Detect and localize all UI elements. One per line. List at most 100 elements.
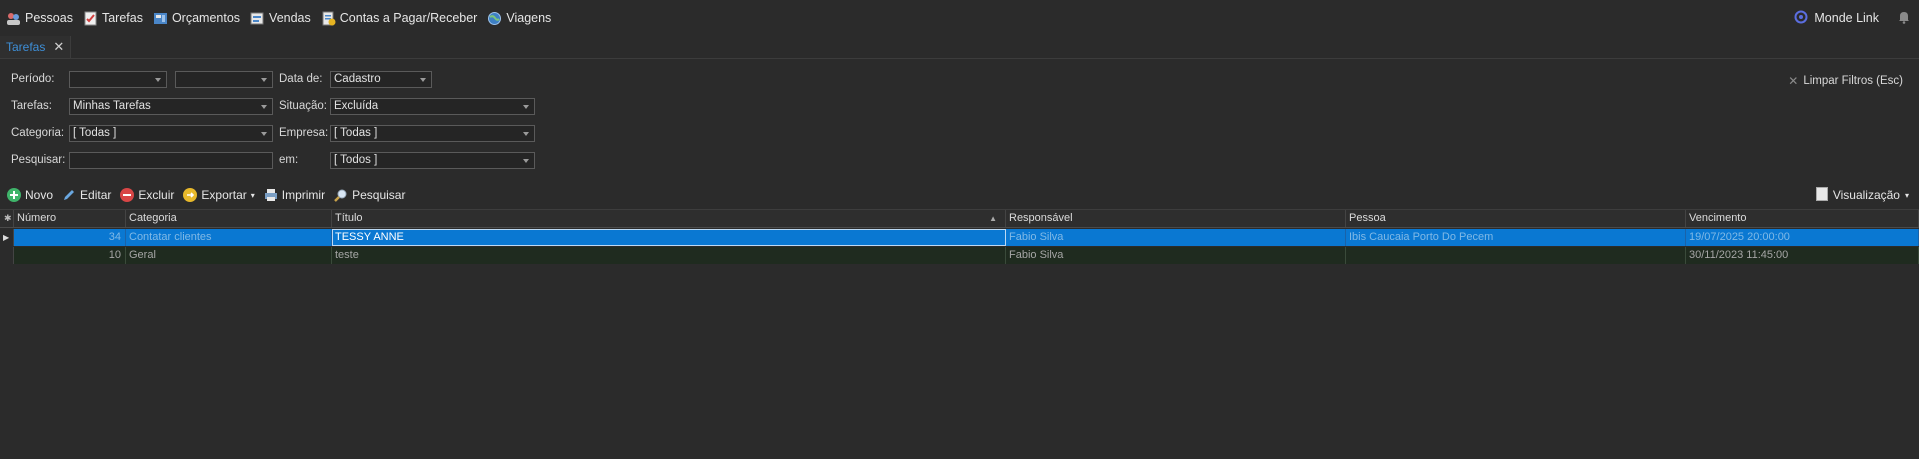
plus-icon [7, 188, 21, 202]
grid-toolbar: Novo Editar Excluir Exportar ▾ Imprimir … [0, 183, 1919, 207]
cell-responsavel[interactable]: Fabio Silva [1006, 229, 1346, 246]
tab-tarefas[interactable]: Tarefas ✕ [0, 36, 72, 58]
cell-vencimento[interactable]: 19/07/2025 20:00:00 [1686, 229, 1919, 246]
menu-contas-label: Contas a Pagar/Receber [339, 11, 478, 25]
asterisk-icon: ✱ [4, 213, 12, 223]
col-header-numero[interactable]: Número [14, 210, 126, 227]
empresa-label: Empresa: [279, 127, 329, 139]
menu-orcamentos[interactable]: Orçamentos [153, 11, 240, 26]
periodo-start-select[interactable] [69, 71, 167, 88]
row-indicator: ▶ [0, 229, 14, 246]
delete-icon [120, 188, 135, 202]
chevron-down-icon: ▾ [250, 190, 255, 200]
clear-filters-button[interactable]: ✕ Limpar Filtros (Esc) [1788, 74, 1903, 88]
close-icon[interactable]: ✕ [53, 39, 64, 55]
menu-pessoas[interactable]: Pessoas [6, 11, 73, 26]
situacao-select[interactable]: Excluída [330, 98, 535, 115]
view-page-icon [1815, 186, 1828, 204]
data-de-select[interactable]: Cadastro [330, 71, 432, 88]
row-indicator [0, 247, 14, 264]
tarefas-select[interactable]: Minhas Tarefas [69, 98, 273, 115]
pencil-icon [62, 188, 76, 202]
table-row[interactable]: 10 Geral teste Fabio Silva 30/11/2023 11… [0, 247, 1919, 264]
menu-viagens-label: Viagens [506, 11, 552, 25]
menu-vendas[interactable]: Vendas [250, 11, 311, 26]
row-indicator-header: ✱ [0, 210, 14, 227]
exportar-label: Exportar [201, 188, 247, 202]
monde-link-label: Monde Link [1814, 11, 1879, 25]
export-icon [183, 188, 198, 202]
visualizacao-label: Visualização [1832, 188, 1900, 202]
menu-pessoas-label: Pessoas [25, 11, 73, 25]
sort-ascending-icon: ▲ [989, 214, 997, 223]
col-header-vencimento[interactable]: Vencimento [1686, 210, 1919, 227]
main-menu-bar: Pessoas Tarefas Orçamentos Vendas Contas… [0, 0, 1919, 36]
printer-icon [264, 188, 278, 202]
row-pointer-icon: ▶ [3, 233, 10, 242]
menu-tarefas[interactable]: Tarefas [83, 11, 143, 26]
imprimir-label: Imprimir [281, 188, 326, 202]
cell-titulo[interactable]: TESSY ANNE [332, 229, 1006, 246]
document-tabs: Tarefas ✕ [0, 36, 1919, 59]
cell-vencimento[interactable]: 30/11/2023 11:45:00 [1686, 247, 1919, 264]
pesquisar-toolbar-label: Pesquisar [352, 188, 406, 202]
tab-tarefas-label: Tarefas [6, 40, 46, 54]
periodo-end-select[interactable] [175, 71, 273, 88]
menu-contas[interactable]: Contas a Pagar/Receber [321, 11, 478, 26]
cell-numero[interactable]: 34 [14, 229, 126, 246]
empresa-select[interactable]: [ Todas ] [330, 125, 535, 142]
cell-responsavel[interactable]: Fabio Silva [1006, 247, 1346, 264]
notification-bell-icon[interactable] [1897, 10, 1911, 27]
col-header-responsavel[interactable]: Responsável [1006, 210, 1346, 227]
clear-filters-label: Limpar Filtros (Esc) [1803, 75, 1903, 87]
pesquisar-button[interactable]: Pesquisar [334, 188, 405, 202]
novo-label: Novo [25, 188, 54, 202]
clear-filters-icon: ✕ [1788, 74, 1799, 88]
categoria-select[interactable]: [ Todas ] [69, 125, 273, 142]
cell-titulo[interactable]: teste [332, 247, 1006, 264]
exportar-button[interactable]: Exportar ▾ [183, 188, 255, 202]
menu-viagens[interactable]: Viagens [487, 11, 551, 26]
grid-header: ✱ Número Categoria Título ▲ Responsável … [0, 210, 1919, 228]
search-icon [334, 188, 348, 202]
menu-tarefas-label: Tarefas [101, 11, 143, 25]
novo-button[interactable]: Novo [7, 188, 53, 202]
quote-calculator-icon [153, 11, 168, 26]
menu-orcamentos-label: Orçamentos [171, 11, 241, 25]
globe-travel-icon [487, 11, 502, 26]
col-header-titulo[interactable]: Título ▲ [332, 210, 1006, 227]
people-icon [6, 11, 21, 26]
col-header-categoria[interactable]: Categoria [126, 210, 332, 227]
cell-categoria[interactable]: Contatar clientes [126, 229, 332, 246]
data-de-label: Data de: [279, 73, 323, 85]
em-label: em: [279, 154, 299, 166]
cell-categoria[interactable]: Geral [126, 247, 332, 264]
filter-panel: Período: Data de: Cadastro Tarefas: Minh… [0, 66, 1919, 174]
sales-icon [250, 11, 265, 26]
chevron-down-icon: ▾ [1904, 190, 1909, 200]
periodo-label: Período: [11, 73, 55, 85]
cell-pessoa[interactable]: Ibis Caucaia Porto Do Pecem [1346, 229, 1686, 246]
menu-vendas-label: Vendas [269, 11, 311, 25]
table-row[interactable]: ▶ 34 Contatar clientes TESSY ANNE Fabio … [0, 229, 1919, 246]
visualizacao-button[interactable]: Visualização ▾ [1815, 183, 1909, 207]
excluir-label: Excluir [138, 188, 175, 202]
search-input[interactable] [69, 152, 273, 169]
bills-icon [321, 11, 336, 26]
menu-right-area: Monde Link [1794, 0, 1911, 36]
tasks-checklist-icon [83, 11, 98, 26]
cell-numero[interactable]: 10 [14, 247, 126, 264]
editar-label: Editar [80, 188, 112, 202]
tasks-grid: ✱ Número Categoria Título ▲ Responsável … [0, 209, 1919, 459]
col-header-pessoa[interactable]: Pessoa [1346, 210, 1686, 227]
excluir-button[interactable]: Excluir [120, 188, 174, 202]
imprimir-button[interactable]: Imprimir [264, 188, 325, 202]
tarefas-label: Tarefas: [11, 100, 52, 112]
categoria-label: Categoria: [11, 127, 65, 139]
situacao-label: Situação: [279, 100, 327, 112]
em-select[interactable]: [ Todos ] [330, 152, 535, 169]
monde-link-button[interactable]: Monde Link [1794, 10, 1879, 27]
editar-button[interactable]: Editar [62, 188, 111, 202]
cell-pessoa[interactable] [1346, 247, 1686, 264]
col-header-titulo-label: Título [335, 212, 363, 224]
